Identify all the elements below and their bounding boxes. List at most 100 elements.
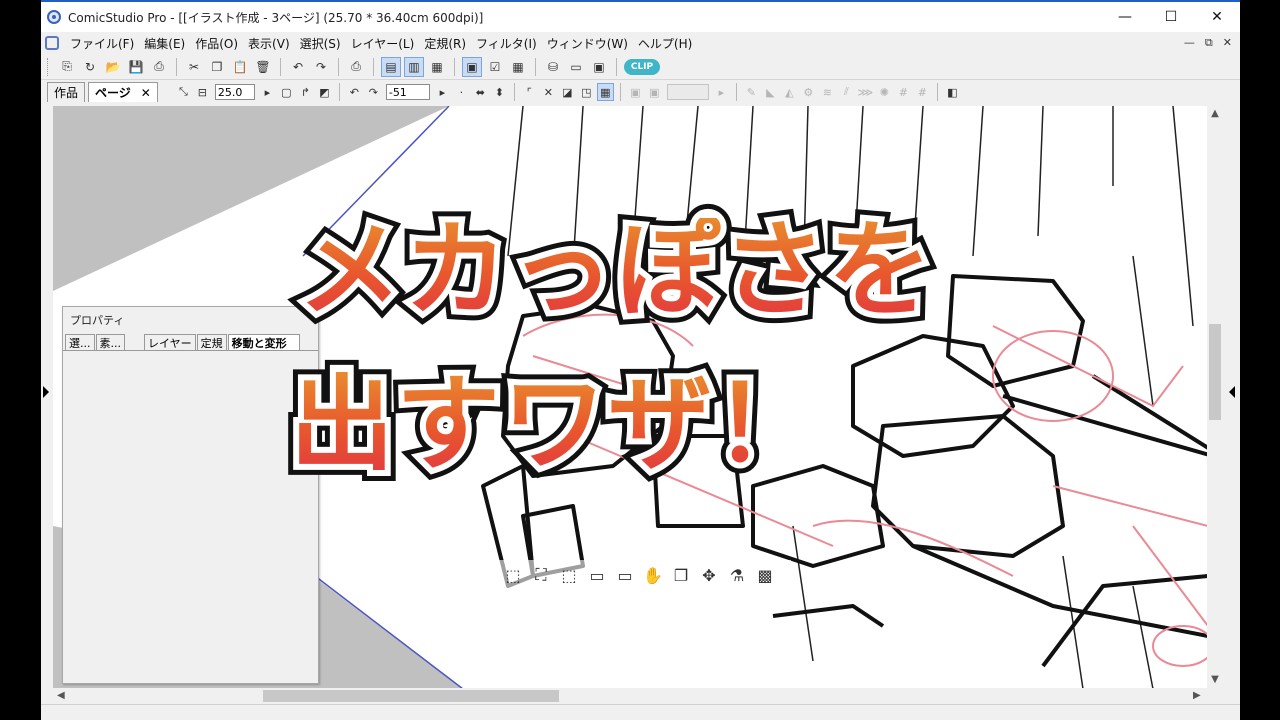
material-icon[interactable]: ⛁ [543,57,563,77]
close-button[interactable]: ✕ [1194,2,1240,32]
tab-story[interactable]: 作品 [47,82,86,102]
rect-select-icon[interactable]: ▭ [584,563,610,587]
rotate-arrow-icon[interactable]: ▸ [434,83,451,101]
clip-button[interactable]: CLIP [624,58,660,75]
menu-edit[interactable]: 編集(E) [139,35,190,52]
menu-select[interactable]: 選択(S) [295,35,346,52]
tab-ruler[interactable]: 定規 [196,334,227,350]
right-panel-toggle-icon[interactable] [1229,386,1235,398]
bucket-icon[interactable]: ⚗ [724,563,750,587]
tab-page[interactable]: ページ ✕ [88,82,158,102]
overlay-line1: メカっぽさを [298,209,935,331]
scroll-right-icon[interactable]: ▶ [1193,688,1201,704]
cut-icon[interactable]: ✂ [184,57,204,77]
save-all-icon[interactable]: ⎙ [149,57,169,77]
menu-help[interactable]: ヘルプ(H) [633,35,697,52]
mdi-minimize-button[interactable]: — [1184,36,1195,50]
tone-icon[interactable]: ▩ [752,563,778,587]
horizontal-scrollbar[interactable]: ◀ ▶ [53,688,1223,704]
transform-icon[interactable]: ⛶ [528,563,554,587]
check-icon[interactable]: ☑ [485,57,505,77]
mdi-close-button[interactable]: ✕ [1223,36,1232,50]
selection-transform-icon[interactable]: ◪ [559,83,576,101]
selection-corner-icon[interactable]: ⌜ [521,83,538,101]
page-icon[interactable]: ▢ [278,83,295,101]
save-icon[interactable]: 💾 [126,57,146,77]
document-icon[interactable] [45,36,59,50]
fit-page-icon[interactable]: ◩ [316,83,333,101]
rotate-right-icon[interactable]: ↷ [365,83,382,101]
zoom-fit-icon[interactable]: ⤡ [175,83,192,101]
toolbar-separator [535,57,536,76]
menu-window[interactable]: ウィンドウ(W) [542,35,633,52]
redo-icon[interactable]: ↷ [311,57,331,77]
left-panel-toggle-icon[interactable] [43,386,49,398]
selection-toggle-icon[interactable]: ▦ [596,83,614,101]
maximize-button[interactable]: ☐ [1148,2,1194,32]
new-doc-icon[interactable]: ⎘ [57,57,77,77]
lasso-select-icon[interactable]: ⬚ [500,563,526,587]
toolbar-separator [735,83,737,101]
vertical-scroll-thumb[interactable] [1209,324,1221,420]
window-icon[interactable]: ▭ [566,57,586,77]
ruler-disabled-icon: ◣ [766,85,775,99]
flip-v-icon[interactable]: ⬍ [491,83,508,101]
zoom-arrow-icon[interactable]: ▸ [259,83,276,101]
view-page-icon[interactable]: ▤ [381,56,401,77]
paste-icon[interactable]: 📋 [230,57,250,77]
scroll-up-icon[interactable]: ▲ [1207,108,1223,119]
toolbar-separator [280,57,281,76]
reset-rotate-icon[interactable]: · [453,83,470,101]
fill-icon[interactable]: ✋ [640,563,666,587]
tab-material[interactable]: 素... [95,334,125,350]
view-grid-icon[interactable]: ▦ [427,57,447,77]
view-spread-icon[interactable]: ▥ [404,56,424,77]
zoom-out-icon[interactable]: ⊟ [194,83,211,101]
print-icon[interactable]: ⎙ [346,57,366,77]
toolbar-grip[interactable] [47,57,50,76]
expand-icon[interactable]: ⬚ [556,563,582,587]
rotate-input[interactable]: -51 [385,84,430,100]
disabled-1-icon: ▣ [630,85,641,99]
window2-icon[interactable]: ▣ [589,57,609,77]
tab-selection[interactable]: 選... [65,334,95,350]
disabled-2-icon: ▣ [649,85,660,99]
zoom-input[interactable]: 25.0 [214,84,255,100]
window-title: ComicStudio Pro - [[イラスト作成 - 3ページ] (25.7… [68,10,484,25]
delete-icon[interactable]: 🗑 [253,57,273,77]
selection-edit-icon[interactable]: ◳ [578,83,595,101]
rect-select2-icon[interactable]: ▭ [612,563,638,587]
rotate-left-icon[interactable]: ↶ [346,83,363,101]
tab-move-transform[interactable]: 移動と変形 [227,334,300,350]
mdi-restore-button[interactable]: ⧉ [1205,36,1213,50]
close-icon[interactable]: ✕ [141,86,151,100]
menu-ruler[interactable]: 定規(R) [419,35,471,52]
scroll-left-icon[interactable]: ◀ [57,688,65,704]
menu-view[interactable]: 表示(V) [243,35,295,52]
toolbar-separator [616,57,617,76]
menu-file[interactable]: ファイル(F) [65,35,139,52]
undo-icon[interactable]: ↶ [288,57,308,77]
new-page-icon[interactable]: ↻ [80,57,100,77]
flip-h-icon[interactable]: ⬌ [472,83,489,101]
menu-filter[interactable]: フィルタ(I) [471,35,542,52]
scroll-down-icon[interactable]: ▼ [1207,674,1223,685]
open-icon[interactable]: 📂 [103,57,123,77]
layout-icon[interactable]: ▣ [462,56,482,77]
vertical-scrollbar[interactable]: ▲ ▼ [1207,106,1223,689]
minimize-button[interactable]: — [1102,2,1148,32]
selection-expand-icon[interactable]: ✕ [540,83,557,101]
copy-paste-icon[interactable]: ❐ [668,563,694,587]
main-toolbar: ⎘ ↻ 📂 💾 ⎙ ✂ ❐ 📋 🗑 ↶ ↷ ⎙ ▤ ▥ ▦ ▣ ☑ ▦ ⛁ ▭ … [41,54,1240,80]
copy-icon[interactable]: ❐ [207,57,227,77]
move-icon[interactable]: ✥ [696,563,722,587]
hatch-disabled-icon: ⋙ [857,85,874,99]
menu-layer[interactable]: レイヤー(L) [346,35,420,52]
tab-layer[interactable]: レイヤー [144,334,196,350]
horizontal-scroll-thumb[interactable] [263,690,559,702]
color-grid-icon[interactable]: ▦ [508,57,528,77]
flip-icon[interactable]: ↱ [297,83,314,101]
menu-story[interactable]: 作品(O) [190,35,243,52]
panel-icon[interactable]: ◧ [944,83,961,101]
radial-disabled-icon: ✺ [879,85,889,99]
